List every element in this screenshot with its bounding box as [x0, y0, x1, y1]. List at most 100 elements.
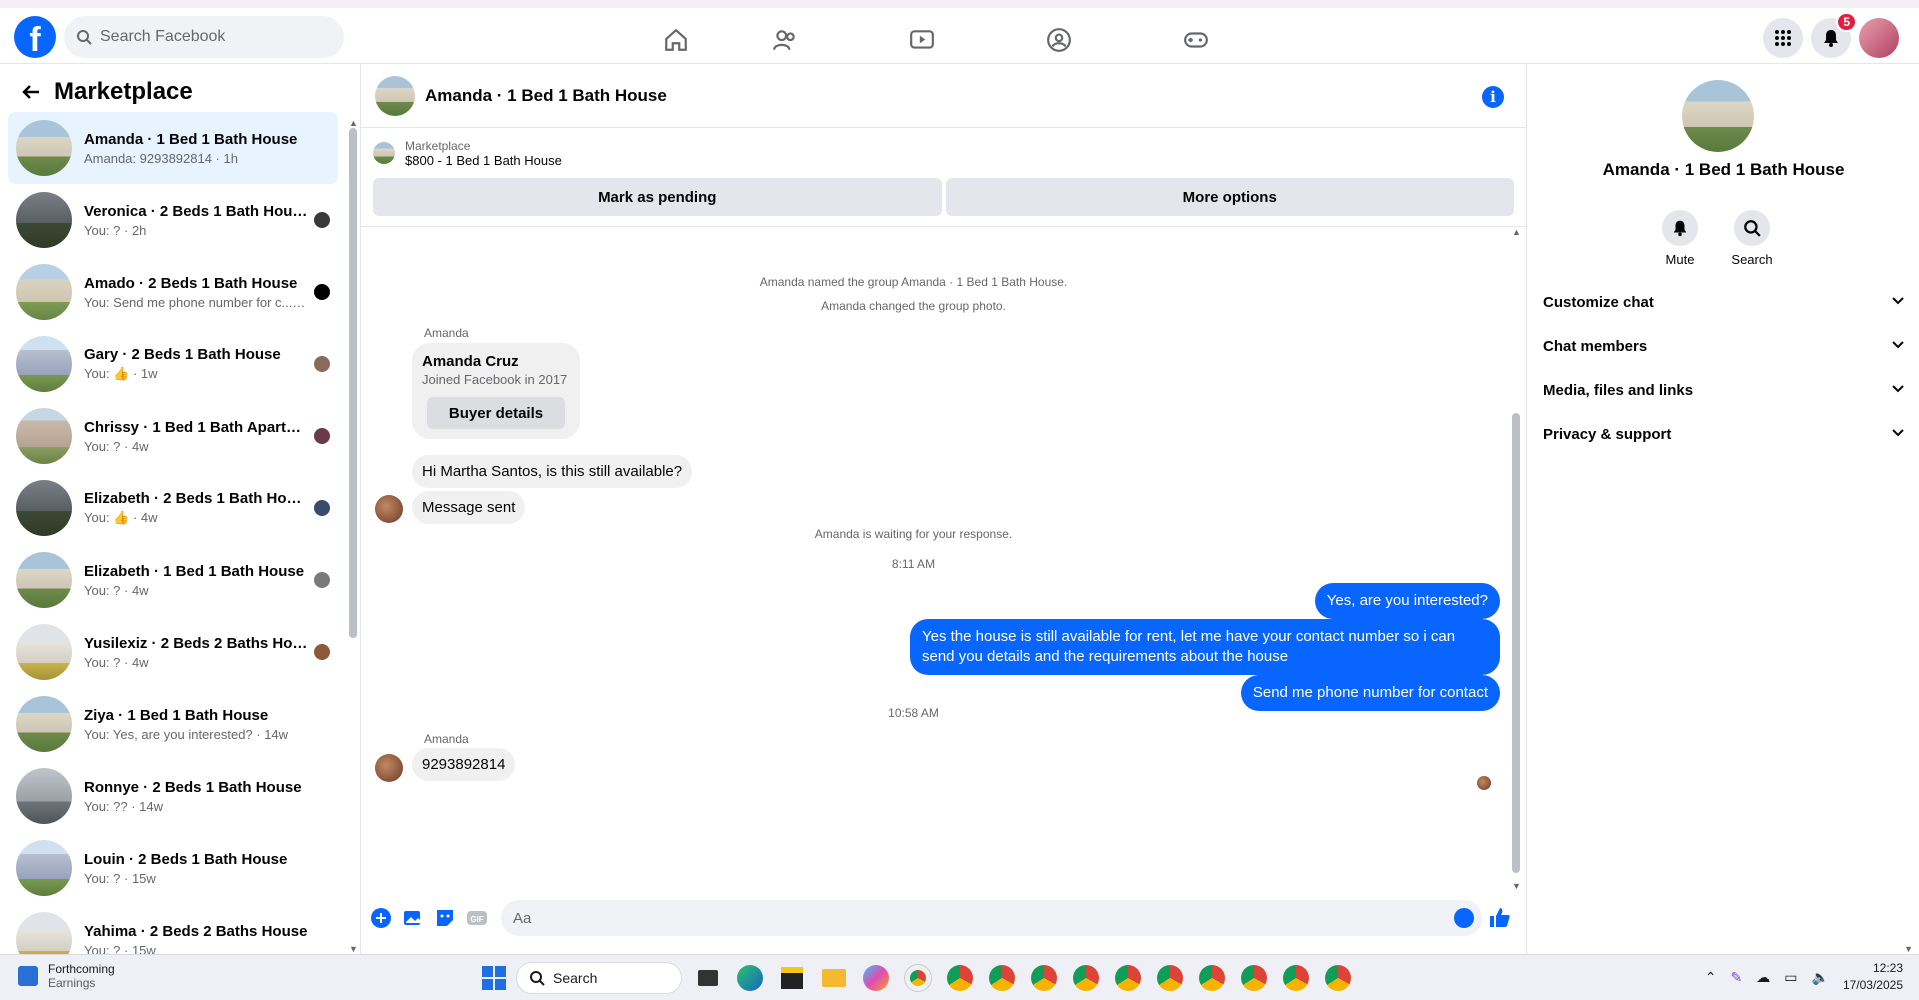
message-input[interactable]: Aa — [501, 900, 1482, 936]
conversation-item[interactable]: Elizabeth · 1 Bed 1 Bath House You: ? · 4… — [8, 544, 338, 616]
conversation-item[interactable]: Yusilexiz · 2 Beds 2 Baths House You: ? ·… — [8, 616, 338, 688]
notifications-button[interactable]: 5 — [1811, 12, 1857, 58]
conversation-preview: You: Yes, are you interested? · 14w — [84, 726, 289, 742]
network-icon[interactable]: ▭ — [1784, 969, 1797, 986]
chat-title[interactable]: Amanda · 1 Bed 1 Bath House — [425, 86, 667, 106]
search-in-chat-button[interactable]: Search — [1731, 210, 1773, 267]
details-section[interactable]: Media, files and links — [1543, 368, 1905, 412]
conversation-item[interactable]: Chrissy · 1 Bed 1 Bath Apartm... You: ? ·… — [8, 400, 338, 472]
taskbar-search[interactable]: Search — [516, 962, 682, 994]
details-section[interactable]: Customize chat — [1543, 280, 1905, 324]
conversation-name: Amanda · 1 Bed 1 Bath House — [84, 130, 298, 148]
copilot-icon[interactable] — [860, 962, 892, 994]
chrome-profile-icon[interactable] — [1322, 962, 1354, 994]
chrome-profile-icon[interactable] — [986, 962, 1018, 994]
back-arrow-icon[interactable] — [20, 81, 42, 103]
sender-name: Amanda — [424, 732, 469, 746]
chrome-profile-icon[interactable] — [1196, 962, 1228, 994]
chevron-up-icon[interactable]: ⌃ — [1705, 969, 1717, 986]
group-photo[interactable] — [1682, 80, 1754, 152]
conversation-item[interactable]: Amado · 2 Beds 1 Bath House You: Send me … — [8, 256, 338, 328]
incoming-message: Message sent — [412, 491, 526, 524]
onedrive-icon[interactable]: ☁ — [1756, 969, 1770, 986]
volume-icon[interactable]: 🔈 — [1812, 969, 1829, 986]
clock-date: 17/03/2025 — [1842, 978, 1903, 992]
chrome-profile-icon[interactable] — [1280, 962, 1312, 994]
participant-avatar — [314, 428, 330, 444]
windows-start-icon[interactable] — [482, 966, 506, 990]
marketplace-label: Marketplace — [405, 138, 471, 153]
listing-thumbnail — [16, 552, 72, 608]
chevron-down-icon — [1891, 293, 1905, 311]
conversation-item[interactable]: Louin · 2 Beds 1 Bath House You: ? · 15w — [8, 832, 338, 904]
photo-icon[interactable] — [401, 906, 425, 930]
chrome-profile-icon[interactable] — [1070, 962, 1102, 994]
chrome-profile-icon[interactable] — [1238, 962, 1270, 994]
gaming-icon[interactable] — [1127, 20, 1264, 60]
video-icon[interactable] — [853, 20, 990, 60]
details-section[interactable]: Chat members — [1543, 324, 1905, 368]
listing-bar[interactable]: Marketplace $800 - 1 Bed 1 Bath House — [361, 128, 1526, 178]
file-explorer-icon[interactable] — [818, 962, 850, 994]
conversation-item[interactable]: Yahima · 2 Beds 2 Baths House You: ? · 15… — [8, 904, 338, 954]
chevron-down-icon — [1891, 337, 1905, 355]
conversation-name: Amado · 2 Beds 1 Bath House — [84, 274, 298, 292]
sender-avatar[interactable] — [375, 754, 403, 782]
scroll-down-icon[interactable]: ▼ — [349, 944, 358, 954]
plus-icon[interactable] — [369, 906, 393, 930]
conversation-item[interactable]: Ronnye · 2 Beds 1 Bath House You: ?? · 14… — [8, 760, 338, 832]
scroll-up-icon[interactable]: ▲ — [349, 118, 358, 128]
conversation-item[interactable]: Ziya · 1 Bed 1 Bath House You: Yes, are y… — [8, 688, 338, 760]
conversation-item[interactable]: Elizabeth · 2 Beds 1 Bath House You: 👍 · … — [8, 472, 338, 544]
search-facebook-input[interactable]: Search Facebook — [64, 16, 344, 58]
details-section[interactable]: Privacy & support — [1543, 412, 1905, 456]
friends-icon[interactable] — [716, 20, 853, 60]
task-view-icon[interactable] — [692, 962, 724, 994]
chat-scrollbar[interactable]: ▲ ▼ — [1512, 227, 1521, 891]
chrome-profile-icon[interactable] — [1028, 962, 1060, 994]
chrome-profile-icon[interactable] — [944, 962, 976, 994]
like-icon[interactable] — [1488, 906, 1512, 930]
chrome-profile-icon[interactable] — [1112, 962, 1144, 994]
scroll-up-icon[interactable]: ▲ — [1512, 227, 1521, 237]
section-label: Media, files and links — [1543, 381, 1694, 399]
menu-grid-button[interactable] — [1763, 18, 1803, 58]
system-message: Amanda named the group Amanda · 1 Bed 1 … — [759, 275, 1068, 289]
page-title: Marketplace — [54, 78, 193, 105]
conversation-item[interactable]: Veronica · 2 Beds 1 Bath House You: ? · 2… — [8, 184, 338, 256]
info-icon[interactable]: i — [1482, 86, 1504, 108]
groups-icon[interactable] — [990, 20, 1127, 60]
sender-avatar[interactable] — [375, 495, 403, 523]
facebook-logo[interactable]: f — [14, 16, 56, 58]
widgets-button[interactable]: Forthcoming Earnings — [18, 962, 115, 990]
conversation-preview: You: 👍 · 4w — [84, 510, 158, 525]
pen-icon[interactable]: ✎ — [1731, 969, 1743, 986]
mark-as-pending-button[interactable]: Mark as pending — [373, 178, 942, 216]
gif-icon[interactable]: GIF — [465, 906, 489, 930]
profile-avatar[interactable] — [1859, 18, 1899, 58]
bell-icon — [1673, 220, 1687, 237]
mute-button[interactable]: Mute — [1660, 210, 1700, 267]
scroll-down-icon[interactable]: ▼ — [1512, 881, 1521, 891]
buyer-details-button[interactable]: Buyer details — [427, 397, 565, 429]
clock[interactable]: 12:23 17/03/2025 — [1843, 960, 1903, 994]
conversation-preview: You: ? · 4w — [84, 438, 149, 454]
sticker-icon[interactable] — [433, 906, 457, 930]
conversation-item[interactable]: Amanda · 1 Bed 1 Bath House Amanda: 92938… — [8, 112, 338, 184]
conversation-preview: Amanda: 9293892814 · 1h — [84, 150, 238, 166]
sticky-notes-icon[interactable] — [776, 962, 808, 994]
search-icon — [77, 30, 92, 45]
chrome-icon[interactable] — [902, 962, 934, 994]
conversation-name: Elizabeth · 1 Bed 1 Bath House — [84, 562, 305, 580]
emoji-icon[interactable] — [1454, 908, 1474, 928]
chrome-profile-icon[interactable] — [1154, 962, 1186, 994]
outgoing-message: Yes, are you interested? — [1314, 583, 1500, 619]
home-icon[interactable] — [636, 20, 716, 60]
scroll-down-icon[interactable]: ▼ — [1904, 944, 1913, 954]
chat-avatar[interactable] — [375, 75, 415, 116]
more-options-button[interactable]: More options — [945, 178, 1514, 216]
timestamp: 8:11 AM — [891, 557, 936, 571]
edge-icon[interactable] — [734, 962, 766, 994]
listing-thumbnail — [16, 480, 72, 536]
conversation-item[interactable]: Gary · 2 Beds 1 Bath House You: 👍 · 1w — [8, 328, 338, 400]
